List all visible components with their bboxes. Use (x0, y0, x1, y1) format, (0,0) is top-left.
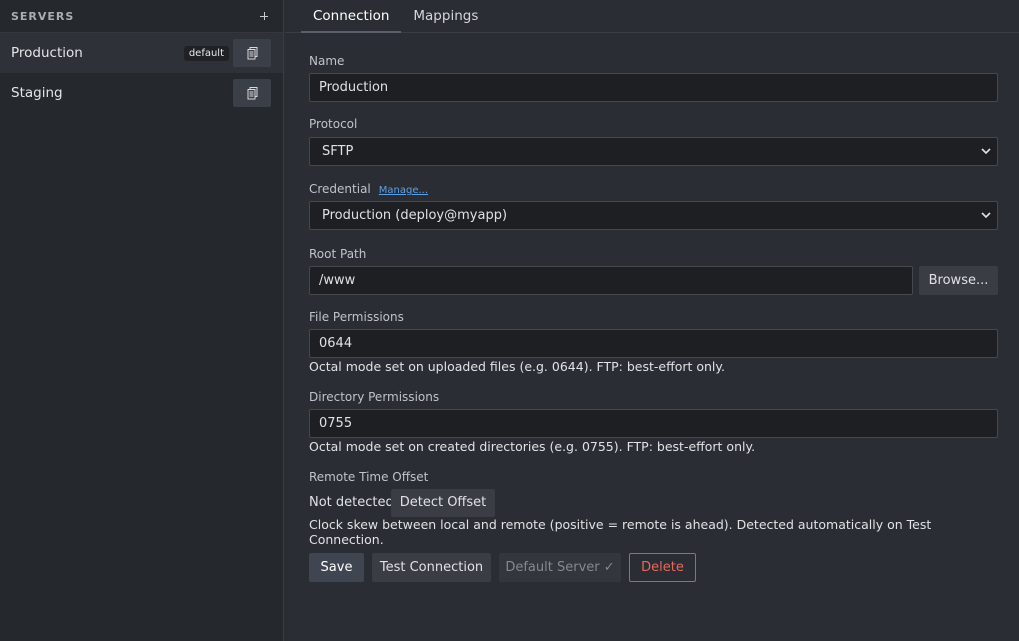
sidebar: SERVERS Production default Staging (0, 0, 284, 641)
sidebar-title: SERVERS (11, 9, 75, 23)
time-offset-label: Remote Time Offset (309, 470, 429, 484)
file-permissions-label: File Permissions (309, 310, 404, 324)
credential-label-row: Credential Manage... (309, 182, 428, 196)
save-button[interactable]: Save (309, 553, 364, 582)
time-offset-status: Not detected (309, 495, 394, 510)
file-permissions-hint: Octal mode set on uploaded files (e.g. 0… (309, 359, 725, 374)
protocol-value: SFTP (322, 144, 354, 159)
credential-select[interactable]: Production (deploy@myapp) (309, 201, 998, 230)
browse-button[interactable]: Browse... (919, 266, 998, 295)
copy-server-button[interactable] (233, 39, 271, 67)
file-permissions-input[interactable]: 0644 (309, 329, 998, 358)
default-badge: default (183, 45, 229, 61)
test-connection-button[interactable]: Test Connection (372, 553, 491, 582)
copy-server-button[interactable] (233, 79, 271, 107)
detect-offset-button[interactable]: Detect Offset (391, 489, 495, 517)
manage-credentials-link[interactable]: Manage... (379, 185, 428, 196)
name-label: Name (309, 54, 345, 68)
sidebar-item-staging[interactable]: Staging (0, 73, 283, 113)
chevron-down-icon (981, 148, 991, 155)
delete-button[interactable]: Delete (629, 553, 696, 582)
protocol-select[interactable]: SFTP (309, 137, 998, 166)
server-name: Production (11, 45, 83, 61)
dir-permissions-input[interactable]: 0755 (309, 409, 998, 438)
name-input[interactable]: Production (309, 73, 998, 102)
add-server-icon[interactable] (257, 9, 271, 23)
chevron-down-icon (981, 212, 991, 219)
default-server-button[interactable]: Default Server ✓ (499, 553, 621, 582)
sidebar-header: SERVERS (0, 0, 283, 33)
tab-connection[interactable]: Connection (301, 0, 402, 33)
dir-permissions-hint: Octal mode set on created directories (e… (309, 439, 756, 454)
server-name: Staging (11, 85, 63, 101)
root-path-input[interactable]: /www (309, 266, 913, 295)
copy-icon (247, 46, 257, 59)
protocol-label: Protocol (309, 117, 358, 131)
dir-permissions-label: Directory Permissions (309, 390, 440, 404)
root-path-label: Root Path (309, 247, 367, 261)
sidebar-item-production[interactable]: Production default (0, 33, 283, 73)
credential-value: Production (deploy@myapp) (322, 208, 508, 223)
tab-bar: Connection Mappings (285, 0, 1019, 33)
credential-label: Credential (309, 182, 371, 196)
main-panel: Connection Mappings Name Production Prot… (285, 0, 1019, 641)
copy-icon (247, 86, 257, 99)
time-offset-hint: Clock skew between local and remote (pos… (309, 517, 932, 547)
tab-mappings[interactable]: Mappings (401, 0, 490, 33)
